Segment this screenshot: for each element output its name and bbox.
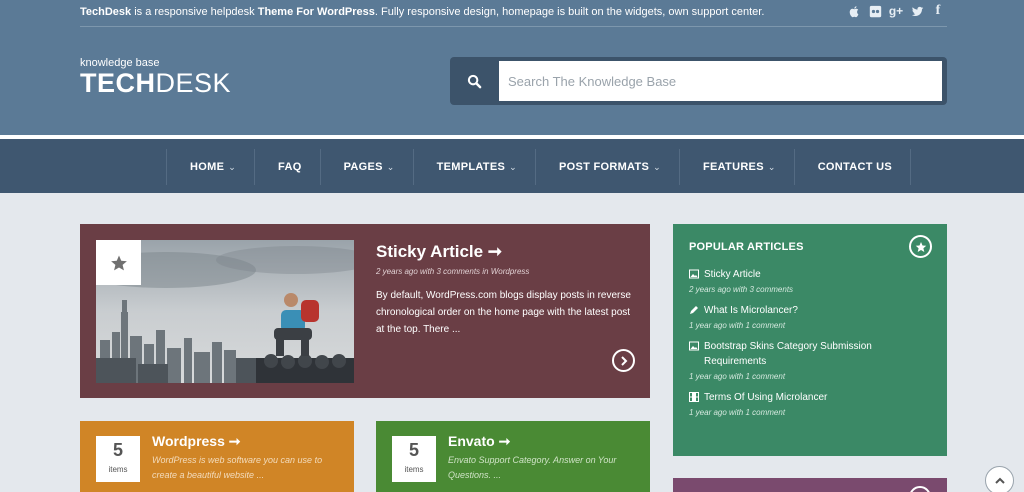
item-count-label: items [108, 465, 128, 474]
nav-item-features[interactable]: FEATURES ⌄ [680, 149, 795, 185]
nav-label: TEMPLATES [436, 161, 506, 173]
chevron-down-icon: ⌄ [386, 161, 395, 172]
category-title[interactable]: Envato ➞ [448, 433, 510, 450]
search-button[interactable] [450, 57, 499, 105]
sticky-article-excerpt: By default, WordPress.com blogs display … [376, 290, 631, 335]
site-header: TechDesk is a responsive helpdesk Theme … [0, 0, 1024, 135]
nav-item-home[interactable]: HOME ⌄ [167, 149, 256, 185]
image-icon [689, 269, 699, 279]
nav-item-faq[interactable]: FAQ [255, 149, 321, 185]
sticky-article-card: Sticky Article ➞ 2 years ago with 3 comm… [80, 224, 650, 398]
search-input[interactable] [499, 61, 942, 101]
item-count-badge: 5 items [392, 436, 436, 482]
popular-article-link[interactable]: Terms Of Using Microlancer [689, 390, 934, 405]
item-count-label: items [404, 465, 424, 474]
article-title: Bootstrap Skins Category Submission Requ… [704, 341, 872, 367]
list-item: Sticky Article 2 years ago with 3 commen… [689, 267, 934, 294]
facebook-icon[interactable]: f [931, 3, 945, 18]
google-plus-icon[interactable]: g+ [889, 4, 903, 18]
sticky-article-meta: 2 years ago with 3 comments in Wordpress [376, 267, 530, 276]
next-widget [673, 478, 947, 492]
twitter-icon[interactable] [910, 4, 924, 18]
widget-title: POPULAR ARTICLES [689, 241, 804, 253]
sticky-article-title[interactable]: Sticky Article ➞ [376, 242, 502, 262]
popular-article-link[interactable]: What Is Microlancer? [689, 303, 934, 318]
tagline-brand: TechDesk [80, 6, 132, 18]
chevron-up-icon [994, 477, 1005, 484]
article-title: What Is Microlancer? [704, 305, 798, 316]
back-to-top-button[interactable] [985, 466, 1014, 492]
read-more-button[interactable] [612, 349, 635, 372]
popular-articles-widget: POPULAR ARTICLES Sticky Article 2 years … [673, 224, 947, 456]
category-card-envato: 5 items Envato ➞ Envato Support Category… [376, 421, 650, 492]
nav-label: POST FORMATS [558, 161, 650, 173]
item-count: 5 [408, 440, 419, 460]
nav-item-pages[interactable]: PAGES ⌄ [321, 149, 414, 185]
item-count: 5 [112, 440, 123, 460]
film-icon [689, 392, 699, 402]
nav-label: FEATURES [702, 161, 764, 173]
logo-light: DESK [155, 68, 232, 98]
article-meta: 1 year ago with 1 comment [689, 321, 786, 330]
chevron-down-icon: ⌄ [228, 161, 237, 172]
site-logo[interactable]: TECHDESK [80, 68, 231, 99]
category-card-wordpress: 5 items Wordpress ➞ WordPress is web sof… [80, 421, 354, 492]
nav-label: PAGES [343, 161, 383, 173]
tagline-text: is a responsive helpdesk [131, 6, 258, 18]
image-icon [689, 341, 699, 351]
nav-label: CONTACT US [817, 161, 892, 173]
list-item: Bootstrap Skins Category Submission Requ… [689, 339, 934, 381]
top-bar: TechDesk is a responsive helpdesk Theme … [80, 0, 947, 27]
popular-article-link[interactable]: Sticky Article [689, 267, 934, 282]
article-meta: 2 years ago with 3 comments [689, 285, 794, 294]
popular-article-link[interactable]: Bootstrap Skins Category Submission Requ… [689, 339, 934, 369]
nav-menu: HOME ⌄ FAQ PAGES ⌄ TEMPLATES ⌄ POST FORMATS… [166, 149, 911, 185]
category-description: Envato Support Category. Answer on Your … [448, 455, 617, 480]
star-icon [110, 255, 127, 270]
list-item: What Is Microlancer? 1 year ago with 1 c… [689, 303, 934, 330]
article-title: Sticky Article [704, 269, 761, 280]
article-meta: 1 year ago with 1 comment [689, 372, 786, 381]
chevron-right-icon [620, 355, 627, 366]
flickr-icon[interactable] [868, 4, 882, 18]
social-links: g+ f [847, 3, 945, 18]
tagline-theme: Theme For WordPress [257, 6, 375, 18]
pencil-icon [690, 306, 698, 314]
chevron-down-icon: ⌄ [509, 161, 517, 172]
featured-badge [96, 240, 141, 285]
widget-circle-icon [909, 486, 931, 492]
category-title[interactable]: Wordpress ➞ [152, 433, 241, 450]
popular-list: Sticky Article 2 years ago with 3 commen… [689, 267, 934, 426]
main-nav: HOME ⌄ FAQ PAGES ⌄ TEMPLATES ⌄ POST FORMATS… [0, 139, 1024, 193]
tagline-text-end: . Fully responsive design, homepage is b… [374, 6, 765, 18]
star-circle-icon [909, 235, 932, 258]
nav-item-templates[interactable]: TEMPLATES ⌄ [414, 149, 536, 185]
category-description: WordPress is web software you can use to… [152, 455, 323, 480]
nav-item-post-formats[interactable]: POST FORMATS ⌄ [536, 149, 680, 185]
nav-label: HOME [190, 161, 225, 173]
search-bar [450, 57, 947, 105]
list-item: Terms Of Using Microlancer 1 year ago wi… [689, 390, 934, 417]
logo-bold: TECH [80, 68, 156, 98]
apple-icon[interactable] [847, 4, 861, 18]
item-count-badge: 5 items [96, 436, 140, 482]
chevron-down-icon: ⌄ [767, 161, 776, 172]
chevron-down-icon: ⌄ [653, 161, 661, 172]
article-meta: 1 year ago with 1 comment [689, 408, 786, 417]
nav-label: FAQ [278, 161, 302, 173]
search-icon [467, 74, 482, 88]
site-tagline: TechDesk is a responsive helpdesk Theme … [80, 6, 764, 18]
article-title: Terms Of Using Microlancer [704, 392, 828, 403]
nav-item-contact-us[interactable]: CONTACT US [795, 149, 911, 185]
